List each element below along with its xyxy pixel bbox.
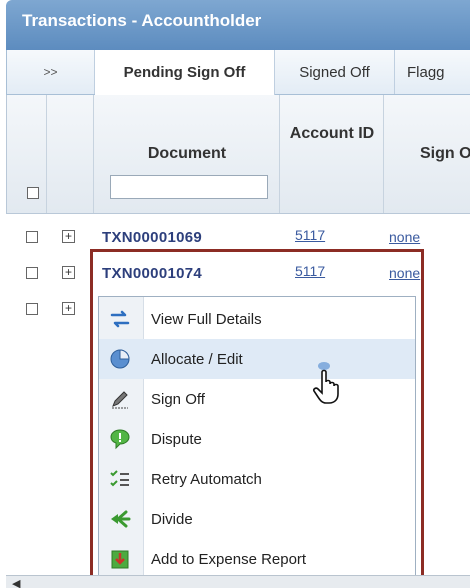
tab-bar: >> Pending Sign Off Signed Off Flagg <box>6 50 470 95</box>
menu-item-label: View Full Details <box>151 311 262 328</box>
swap-arrows-icon <box>110 310 130 328</box>
header-select-cell <box>7 95 47 213</box>
menu-item-sign-off[interactable]: Sign Off <box>99 379 415 419</box>
column-header-document-label: Document <box>147 145 227 162</box>
account-id-link[interactable]: 5117 <box>295 227 325 243</box>
table-header: Document Account ID Sign O <box>6 95 470 214</box>
menu-item-label: Dispute <box>151 431 202 448</box>
menu-item-dispute[interactable]: Dispute <box>99 419 415 459</box>
menu-item-divide[interactable]: Divide <box>99 499 415 539</box>
menu-item-label: Allocate / Edit <box>151 351 243 368</box>
speech-bubble-icon <box>110 429 130 450</box>
checklist-icon <box>110 470 129 487</box>
scroll-left-icon[interactable]: ◀ <box>12 577 20 588</box>
pen-icon <box>112 391 128 409</box>
expense-report-icon <box>111 550 129 569</box>
menu-item-retry-automatch[interactable]: Retry Automatch <box>99 459 415 499</box>
menu-item-add-to-expense-report[interactable]: Add to Expense Report <box>99 539 415 579</box>
tab-pending-sign-off[interactable]: Pending Sign Off <box>95 50 275 95</box>
menu-item-label: Divide <box>151 511 193 528</box>
column-header-sign-off[interactable]: Sign O <box>384 95 470 213</box>
document-filter-input[interactable] <box>110 175 268 199</box>
expand-row-icon[interactable]: + <box>62 230 75 243</box>
window-titlebar: Transactions - Accountholder <box>6 0 470 50</box>
row-checkbox[interactable] <box>26 303 38 315</box>
row-checkbox[interactable] <box>26 267 38 279</box>
tab-signed-off[interactable]: Signed Off <box>275 50 395 94</box>
sign-off-link[interactable]: none <box>389 229 420 245</box>
column-header-sign-off-label: Sign O <box>420 145 470 162</box>
document-id[interactable]: TXN00001069 <box>102 229 202 246</box>
menu-item-label: Add to Expense Report <box>151 551 307 568</box>
tab-flagged[interactable]: Flagg <box>395 50 470 94</box>
hand-pointer-cursor-icon <box>313 362 339 404</box>
split-arrows-icon <box>111 510 131 528</box>
window-title: Transactions - Accountholder <box>22 11 262 30</box>
expand-row-icon[interactable]: + <box>62 302 75 315</box>
menu-item-view-full-details[interactable]: View Full Details <box>99 299 415 339</box>
column-header-account-id-label: Account ID <box>289 125 375 142</box>
pie-chart-icon <box>110 349 130 369</box>
tab-scroll-arrows[interactable]: >> <box>7 50 95 94</box>
column-header-document[interactable]: Document <box>94 95 280 213</box>
row-context-menu: View Full Details Allocate / Edit Sign O… <box>98 296 416 582</box>
horizontal-scrollbar[interactable]: ◀ <box>6 575 470 588</box>
transactions-window: Transactions - Accountholder >> Pending … <box>0 0 470 588</box>
menu-item-allocate-edit[interactable]: Allocate / Edit <box>99 339 415 379</box>
row-checkbox[interactable] <box>26 231 38 243</box>
menu-item-label: Sign Off <box>151 391 205 408</box>
column-header-account-id[interactable]: Account ID <box>280 95 384 213</box>
select-all-checkbox[interactable] <box>27 187 39 199</box>
expand-row-icon[interactable]: + <box>62 266 75 279</box>
header-expand-cell <box>47 95 94 213</box>
menu-item-label: Retry Automatch <box>151 471 262 488</box>
